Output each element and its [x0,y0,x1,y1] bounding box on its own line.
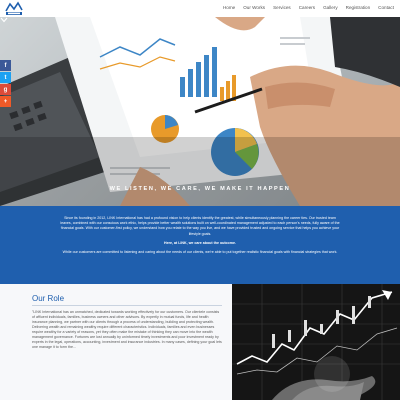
page: { "nav": { "items": ["Home", "Our Works"… [0,0,400,400]
intro-highlight: Here, at LINK, we care about the outcome… [164,240,236,245]
nav-registration[interactable]: Registration [342,2,375,13]
nav-careers[interactable]: Careers [295,2,319,13]
section-title: Our Role [32,294,65,303]
nav-contact[interactable]: Contact [374,2,398,13]
social-sidebar: f t g + [0,60,11,108]
hero-tagline: WE LISTEN, WE CARE, WE MAKE IT HAPPEN [109,186,291,192]
nav-gallery[interactable]: Gallery [319,2,342,13]
main-nav: Home Our Works Services Careers Gallery … [219,2,398,13]
hero-image [0,17,400,206]
twitter-icon[interactable]: t [0,72,11,83]
role-text: "LINK International has an unmatched, de… [32,310,222,349]
intro-band: Since its founding in 2012, LINK Interna… [0,206,400,284]
our-role-section: Our Role "LINK International has an unma… [0,284,232,400]
chevron-down-icon[interactable] [0,17,8,23]
intro-paragraph: Since its founding in 2012, LINK Interna… [60,216,340,236]
nav-our-works[interactable]: Our Works [239,2,269,13]
nav-home[interactable]: Home [219,2,239,13]
google-plus-icon[interactable]: g [0,84,11,95]
facebook-icon[interactable]: f [0,60,11,71]
site-header: Home Our Works Services Careers Gallery … [0,0,400,17]
nav-services[interactable]: Services [269,2,295,13]
divider [32,305,222,306]
role-image [232,284,400,400]
intro-closing: While our customers are committed to lis… [62,250,338,255]
share-icon[interactable]: + [0,96,11,107]
site-logo[interactable] [3,0,25,17]
hero-banner: WE LISTEN, WE CARE, WE MAKE IT HAPPEN [0,17,400,206]
